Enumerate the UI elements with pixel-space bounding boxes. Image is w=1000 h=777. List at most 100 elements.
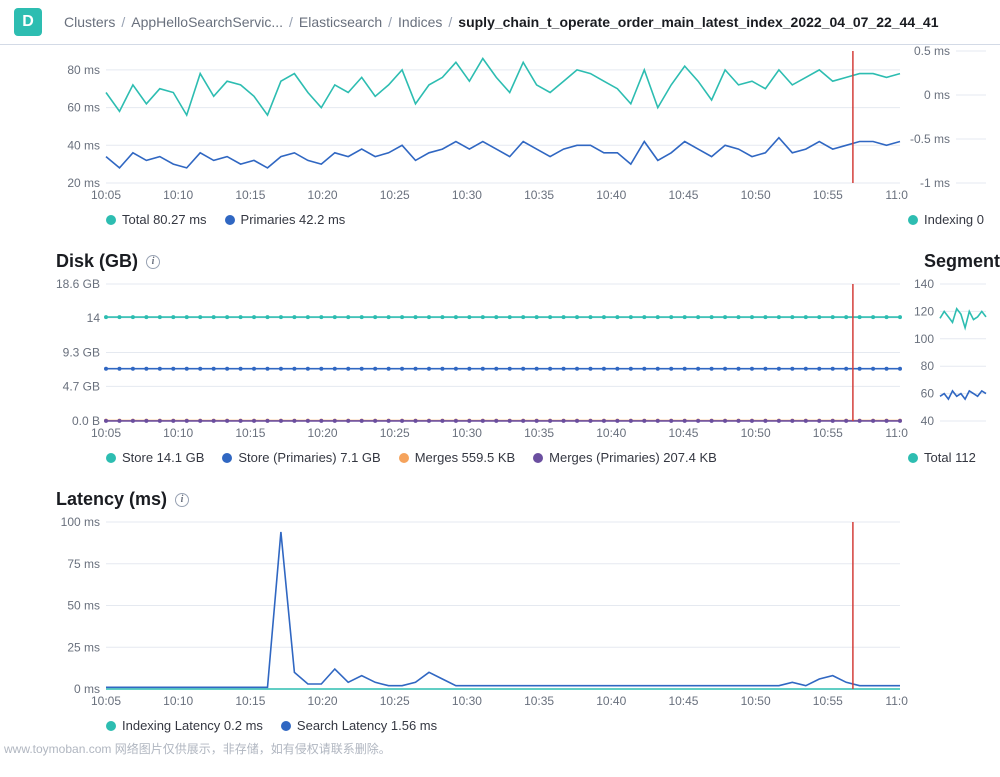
legend-label: Merges 559.5 KB xyxy=(415,450,515,465)
svg-text:10:45: 10:45 xyxy=(668,694,698,708)
legend-item[interactable]: Indexing Latency 0.2 ms xyxy=(106,718,263,733)
svg-text:10:30: 10:30 xyxy=(452,426,482,440)
svg-text:10:50: 10:50 xyxy=(741,188,771,202)
svg-text:10:15: 10:15 xyxy=(235,188,265,202)
breadcrumb-item[interactable]: Elasticsearch xyxy=(299,14,382,30)
legend-item[interactable]: Indexing 0 xyxy=(908,212,984,227)
svg-text:10:30: 10:30 xyxy=(452,694,482,708)
svg-text:10:45: 10:45 xyxy=(668,188,698,202)
svg-text:10:05: 10:05 xyxy=(91,694,121,708)
panel-disk: Disk (GB) i Segment 0.0 B4.7 GB9.3 GB141… xyxy=(48,251,1000,465)
breadcrumb-separator: / xyxy=(121,14,125,30)
breadcrumb-item: suply_chain_t_operate_order_main_latest_… xyxy=(458,14,938,30)
svg-text:10:25: 10:25 xyxy=(380,188,410,202)
app-logo[interactable]: D xyxy=(14,8,42,36)
legend-swatch xyxy=(222,453,232,463)
legend-swatch xyxy=(106,453,116,463)
footer-watermark: www.toymoban.com 网络图片仅供展示，非存储，如有侵权请联系删除。 xyxy=(4,740,391,757)
breadcrumb-item[interactable]: AppHelloSearchServic... xyxy=(131,14,283,30)
panel-latency: Latency (ms) i 0 ms25 ms50 ms75 ms100 ms… xyxy=(48,489,1000,733)
breadcrumb-separator: / xyxy=(448,14,452,30)
legend-top: Total 80.27 ms Primaries 42.2 ms xyxy=(48,208,908,227)
panel-title-segment: Segment xyxy=(916,251,1000,272)
legend-label: Primaries 42.2 ms xyxy=(241,212,346,227)
svg-text:10:35: 10:35 xyxy=(524,694,554,708)
svg-text:10:45: 10:45 xyxy=(668,426,698,440)
svg-text:10:20: 10:20 xyxy=(308,426,338,440)
legend-label: Store (Primaries) 7.1 GB xyxy=(238,450,380,465)
legend-item[interactable]: Store 14.1 GB xyxy=(106,450,204,465)
legend-swatch xyxy=(106,721,116,731)
svg-text:18.6 GB: 18.6 GB xyxy=(56,278,100,291)
chart-disk-main[interactable]: 0.0 B4.7 GB9.3 GB1418.6 GB10:0510:1010:1… xyxy=(48,278,908,443)
title-text: Latency (ms) xyxy=(56,489,167,510)
legend-swatch xyxy=(908,215,918,225)
breadcrumb: Clusters / AppHelloSearchServic... / Elastic… xyxy=(64,14,939,30)
svg-text:11:00: 11:00 xyxy=(885,188,908,202)
svg-text:75 ms: 75 ms xyxy=(67,557,100,571)
legend-item[interactable]: Total 112 xyxy=(908,450,976,465)
chart-latency-main[interactable]: 0 ms25 ms50 ms75 ms100 ms10:0510:1010:15… xyxy=(48,516,908,711)
breadcrumb-separator: / xyxy=(289,14,293,30)
breadcrumb-item[interactable]: Indices xyxy=(398,14,442,30)
title-text: Segment xyxy=(924,251,1000,272)
svg-text:10:05: 10:05 xyxy=(91,188,121,202)
svg-text:14: 14 xyxy=(87,311,101,325)
chart-top-side[interactable]: -1 ms-0.5 ms0 ms0.5 ms xyxy=(908,45,988,205)
legend-item[interactable]: Primaries 42.2 ms xyxy=(225,212,346,227)
legend-item[interactable]: Search Latency 1.56 ms xyxy=(281,718,437,733)
legend-latency: Indexing Latency 0.2 ms Search Latency 1.… xyxy=(48,714,1000,733)
svg-text:10:20: 10:20 xyxy=(308,188,338,202)
chart-top-main[interactable]: 20 ms40 ms60 ms80 ms10:0510:1010:1510:20… xyxy=(48,45,908,205)
legend-label: Indexing 0 xyxy=(924,212,984,227)
svg-text:-0.5 ms: -0.5 ms xyxy=(910,132,950,146)
breadcrumb-separator: / xyxy=(388,14,392,30)
svg-text:-1 ms: -1 ms xyxy=(920,176,950,190)
legend-top-side: Indexing 0 xyxy=(908,208,984,227)
legend-label: Total 112 xyxy=(924,450,976,465)
legend-label: Store 14.1 GB xyxy=(122,450,204,465)
legend-item[interactable]: Total 80.27 ms xyxy=(106,212,207,227)
svg-text:10:10: 10:10 xyxy=(163,694,193,708)
legend-label: Indexing Latency 0.2 ms xyxy=(122,718,263,733)
svg-text:10:55: 10:55 xyxy=(813,426,843,440)
svg-text:10:20: 10:20 xyxy=(308,694,338,708)
svg-text:10:10: 10:10 xyxy=(163,426,193,440)
legend-item[interactable]: Merges 559.5 KB xyxy=(399,450,515,465)
svg-text:10:35: 10:35 xyxy=(524,188,554,202)
svg-text:10:25: 10:25 xyxy=(380,694,410,708)
chart-disk-side[interactable]: 406080100120140 xyxy=(908,278,988,443)
breadcrumb-item[interactable]: Clusters xyxy=(64,14,115,30)
svg-text:80: 80 xyxy=(921,359,935,373)
svg-text:140: 140 xyxy=(914,278,934,291)
svg-text:60 ms: 60 ms xyxy=(67,101,100,115)
svg-text:10:50: 10:50 xyxy=(741,426,771,440)
legend-swatch xyxy=(106,215,116,225)
svg-text:120: 120 xyxy=(914,304,934,318)
svg-text:10:55: 10:55 xyxy=(813,188,843,202)
legend-label: Total 80.27 ms xyxy=(122,212,207,227)
svg-text:100 ms: 100 ms xyxy=(61,516,100,529)
legend-item[interactable]: Store (Primaries) 7.1 GB xyxy=(222,450,380,465)
legend-item[interactable]: Merges (Primaries) 207.4 KB xyxy=(533,450,717,465)
svg-text:40 ms: 40 ms xyxy=(67,138,100,152)
svg-text:11:00: 11:00 xyxy=(885,426,908,440)
legend-label: Search Latency 1.56 ms xyxy=(297,718,437,733)
svg-text:25 ms: 25 ms xyxy=(67,640,100,654)
svg-text:80 ms: 80 ms xyxy=(67,63,100,77)
panel-title-disk: Disk (GB) i xyxy=(48,251,160,272)
legend-swatch xyxy=(533,453,543,463)
svg-text:11:00: 11:00 xyxy=(885,694,908,708)
title-text: Disk (GB) xyxy=(56,251,138,272)
legend-disk-side: Total 112 xyxy=(908,446,976,465)
info-icon[interactable]: i xyxy=(146,255,160,269)
legend-swatch xyxy=(225,215,235,225)
svg-text:40: 40 xyxy=(921,414,935,428)
svg-text:10:05: 10:05 xyxy=(91,426,121,440)
svg-text:10:55: 10:55 xyxy=(813,694,843,708)
svg-text:4.7 GB: 4.7 GB xyxy=(63,379,100,393)
legend-swatch xyxy=(281,721,291,731)
svg-text:50 ms: 50 ms xyxy=(67,599,100,613)
legend-disk: Store 14.1 GB Store (Primaries) 7.1 GB Mer… xyxy=(48,446,908,465)
info-icon[interactable]: i xyxy=(175,493,189,507)
